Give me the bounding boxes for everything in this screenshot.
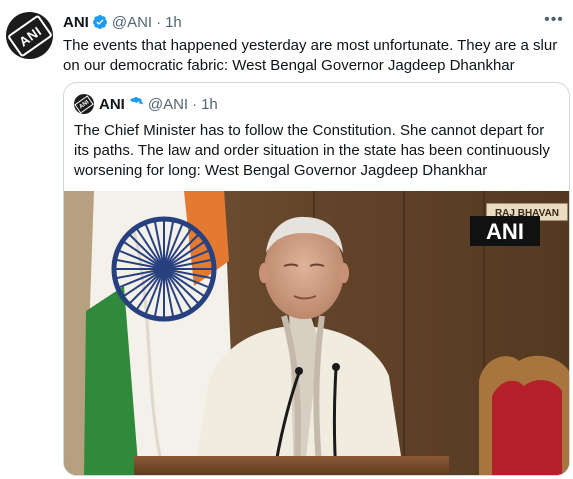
- tweet-timestamp[interactable]: 1h: [165, 14, 182, 31]
- quoted-tweet[interactable]: ANI ANI @ANI · 1h The Chief Minister has…: [63, 82, 570, 476]
- author-handle[interactable]: @ANI: [112, 14, 152, 31]
- quoted-author-avatar: ANI: [74, 94, 94, 114]
- quoted-author-handle: @ANI: [147, 95, 189, 113]
- tweet-media-image[interactable]: RAJ BHAVAN ANI: [64, 191, 569, 475]
- header-separator: ·: [156, 13, 162, 31]
- author-avatar[interactable]: ANI: [6, 12, 53, 59]
- more-options-icon[interactable]: •••: [543, 10, 565, 30]
- quoted-tweet-text: The Chief Minister has to follow the Con…: [74, 122, 550, 179]
- ashoka-chakra: [111, 216, 217, 322]
- author-name[interactable]: ANI: [63, 14, 89, 31]
- podium: [134, 456, 449, 475]
- press-conference-photo: RAJ BHAVAN ANI: [64, 191, 569, 475]
- ani-logo: ANI: [6, 13, 53, 58]
- tweet-header: ANI @ANI · 1h: [63, 12, 182, 32]
- quoted-timestamp: 1h: [201, 95, 218, 113]
- tweet-text: The events that happened yesterday are m…: [63, 37, 558, 74]
- quoted-tweet-header: ANI ANI @ANI · 1h: [74, 93, 218, 115]
- quoted-verified-badge-icon: [130, 97, 143, 107]
- ornate-chair: [479, 355, 569, 475]
- ani-watermark: ANI: [486, 219, 524, 244]
- quoted-header-separator: ·: [192, 95, 198, 113]
- quoted-ani-logo: ANI: [74, 94, 94, 114]
- verified-badge-icon: [92, 15, 107, 29]
- quoted-author-name: ANI: [99, 95, 125, 113]
